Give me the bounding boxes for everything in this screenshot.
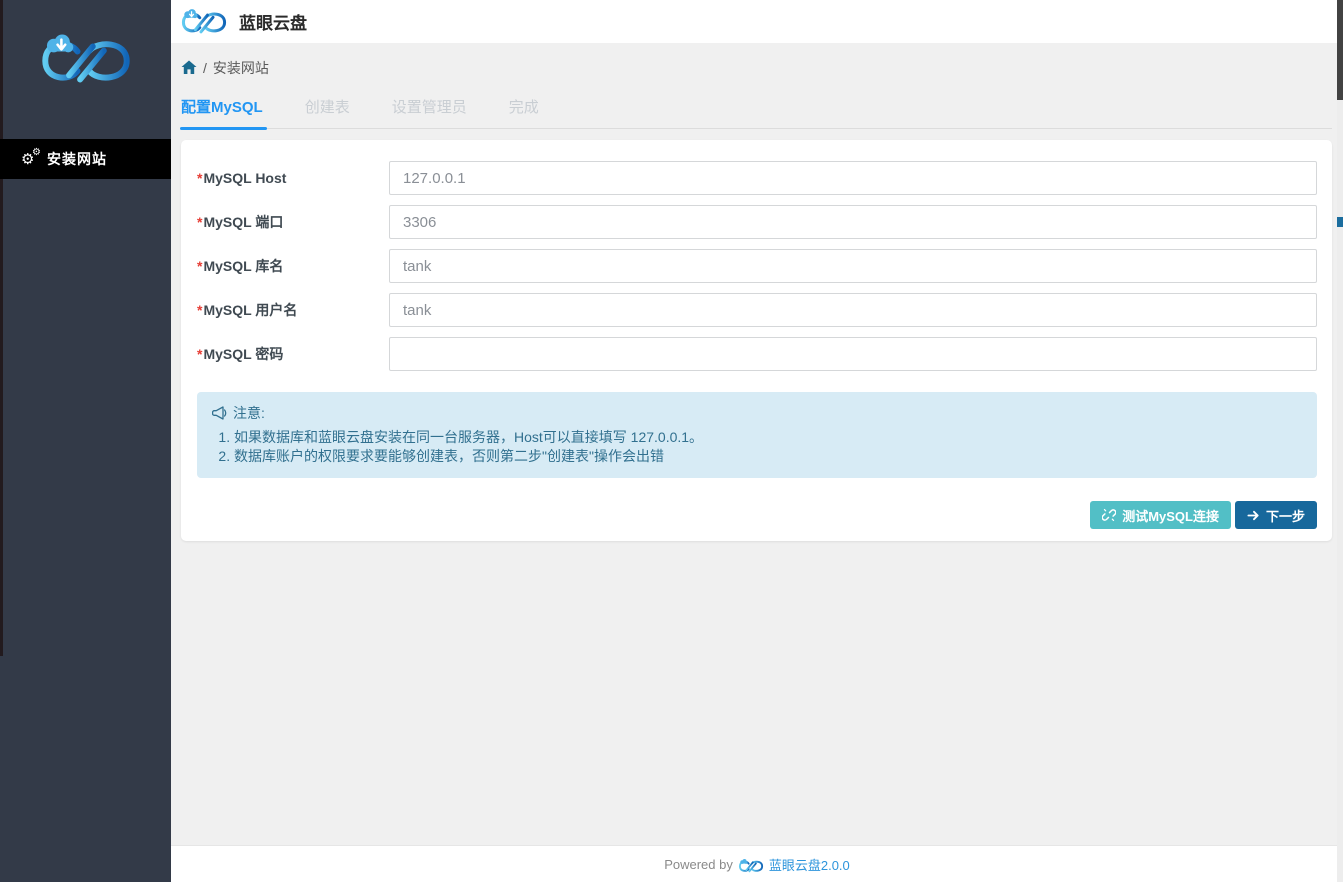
cloud-download-icon	[47, 35, 73, 53]
mysql-database-label: *MySQL 库名	[197, 249, 389, 283]
mysql-username-input[interactable]	[389, 293, 1317, 327]
tab-finish[interactable]: 完成	[509, 87, 539, 128]
breadcrumb-separator: /	[203, 60, 207, 76]
scrollbar-thumb[interactable]	[1337, 0, 1343, 100]
mysql-port-label: *MySQL 端口	[197, 205, 389, 239]
top-header: 蓝眼云盘	[171, 0, 1343, 43]
mysql-password-input[interactable]	[389, 337, 1317, 371]
required-mark: *	[197, 258, 202, 274]
breadcrumb-current: 安装网站	[213, 58, 269, 78]
sidebar-item-label: 安装网站	[47, 149, 107, 169]
vertical-scrollbar[interactable]	[1337, 0, 1343, 882]
next-button-label: 下一步	[1266, 506, 1305, 525]
test-button-label: 测试MySQL连接	[1122, 506, 1219, 525]
mysql-host-input[interactable]	[389, 161, 1317, 195]
sidebar: ⚙⚙ 安装网站	[0, 0, 171, 882]
breadcrumb: / 安装网站	[171, 43, 1343, 79]
form-row-mysql-host: *MySQL Host	[197, 161, 1317, 195]
form-row-mysql-password: *MySQL 密码	[197, 337, 1317, 371]
bullhorn-icon	[212, 406, 227, 420]
note-item: 数据库账户的权限要求要能够创建表，否则第二步"创建表"操作会出错	[234, 447, 1302, 465]
main-area: 蓝眼云盘 / 安装网站 配置MySQL 创建表 设置管理员 完成 *MySQL …	[171, 0, 1343, 882]
note-list: 如果数据库和蓝眼云盘安装在同一台服务器，Host可以直接填写 127.0.0.1…	[234, 428, 1302, 465]
tab-configure-mysql[interactable]: 配置MySQL	[181, 87, 263, 128]
app-title: 蓝眼云盘	[239, 9, 307, 34]
mysql-config-card: *MySQL Host *MySQL 端口 *MySQL 库名 *MySQL 用…	[181, 140, 1332, 541]
mysql-database-input[interactable]	[389, 249, 1317, 283]
required-mark: *	[197, 302, 202, 318]
mysql-port-input[interactable]	[389, 205, 1317, 239]
required-mark: *	[197, 346, 202, 362]
form-row-mysql-username: *MySQL 用户名	[197, 293, 1317, 327]
mysql-password-label: *MySQL 密码	[197, 337, 389, 371]
note-title: 注意:	[212, 403, 1302, 423]
gears-icon: ⚙⚙	[21, 149, 43, 169]
brand-version-link[interactable]: 蓝眼云盘2.0.0	[769, 855, 850, 874]
mysql-username-label: *MySQL 用户名	[197, 293, 389, 327]
sidebar-item-install[interactable]: ⚙⚙ 安装网站	[0, 139, 171, 179]
tab-create-tables[interactable]: 创建表	[305, 87, 350, 128]
note-item: 如果数据库和蓝眼云盘安装在同一台服务器，Host可以直接填写 127.0.0.1…	[234, 428, 1302, 446]
app-logo-icon	[180, 7, 228, 37]
sidebar-edge-strip	[0, 0, 3, 656]
required-mark: *	[197, 214, 202, 230]
actions-row: 测试MySQL连接 下一步	[197, 501, 1317, 529]
scrollbar-marker	[1337, 217, 1343, 227]
content-area: / 安装网站 配置MySQL 创建表 设置管理员 完成 *MySQL Host …	[171, 43, 1343, 845]
next-step-button[interactable]: 下一步	[1235, 501, 1317, 529]
form-row-mysql-port: *MySQL 端口	[197, 205, 1317, 239]
test-mysql-connection-button[interactable]: 测试MySQL连接	[1090, 501, 1231, 529]
form-row-mysql-database: *MySQL 库名	[197, 249, 1317, 283]
footer: Powered by 蓝眼云盘2.0.0	[171, 845, 1343, 882]
arrow-right-icon	[1247, 509, 1260, 522]
app-logo-icon	[738, 858, 764, 874]
app-logo-icon	[38, 32, 134, 88]
note-box: 注意: 如果数据库和蓝眼云盘安装在同一台服务器，Host可以直接填写 127.0…	[197, 392, 1317, 478]
required-mark: *	[197, 170, 202, 186]
wizard-tabs: 配置MySQL 创建表 设置管理员 完成	[181, 87, 1332, 129]
home-icon[interactable]	[181, 60, 197, 75]
powered-by-text: Powered by	[664, 857, 733, 872]
tab-set-admin[interactable]: 设置管理员	[392, 87, 467, 128]
unlink-icon	[1102, 508, 1116, 522]
mysql-host-label: *MySQL Host	[197, 161, 389, 195]
